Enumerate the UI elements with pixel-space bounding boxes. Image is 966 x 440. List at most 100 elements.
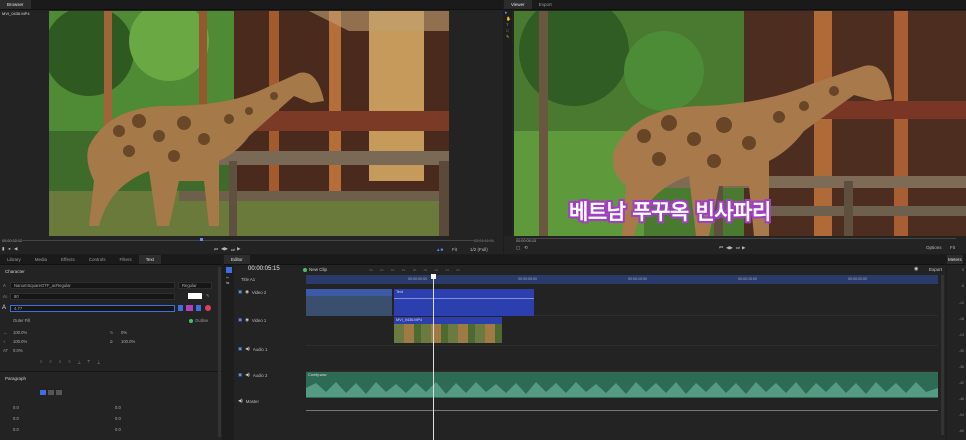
track-header-audio1[interactable]: ▣ ◀) Audio 1 <box>238 346 318 352</box>
tab-effects[interactable]: Effects <box>54 255 82 264</box>
options-dropdown[interactable]: Options <box>926 245 942 250</box>
text-color-swatch[interactable] <box>188 293 202 299</box>
font-size-field[interactable]: 80 <box>10 293 175 300</box>
skew-field[interactable]: 100.0% <box>118 338 208 345</box>
outline-label[interactable]: Outline <box>195 318 208 323</box>
inspector-scrollbar[interactable] <box>218 267 221 437</box>
source-quality[interactable]: 1/2 (Full) <box>470 247 488 252</box>
prog-next-icon[interactable]: ⏭ <box>736 245 740 250</box>
prog-prev-icon[interactable]: ⏮ <box>719 245 723 250</box>
meter-tick: -30 <box>958 349 964 353</box>
stroke-link-icon[interactable] <box>196 305 201 311</box>
program-zoom[interactable]: Fit <box>950 245 955 250</box>
export-button[interactable]: Export <box>929 267 942 272</box>
tab-browser[interactable]: Browser <box>0 0 31 9</box>
ruler-label-0: 00:00:00:00 <box>408 277 427 281</box>
lock-icon[interactable]: ▣ <box>238 317 242 323</box>
source-scrubber[interactable] <box>12 240 492 241</box>
align-center-icon[interactable] <box>48 390 54 395</box>
ruler-label-1: 00:00:05:00 <box>518 277 537 281</box>
scale-y-icon: ↕ <box>3 339 6 344</box>
align-left-icon[interactable] <box>40 390 46 395</box>
clip-lower-third[interactable]: Stylish Lower Third 08 <box>306 289 392 316</box>
tab-text[interactable]: Text <box>138 255 161 264</box>
playhead-handle[interactable] <box>431 274 436 279</box>
para-field-4[interactable]: 0.0 <box>112 415 202 422</box>
track-header-master[interactable]: ◀) Master <box>238 398 318 404</box>
track-header-video1[interactable]: ▣ ◉ Video 1 <box>238 317 318 323</box>
para-field-1[interactable]: 0.0 <box>10 404 100 411</box>
meter-tick: -36 <box>958 365 964 369</box>
stroke-color-swatch[interactable] <box>186 305 193 311</box>
lock-icon[interactable]: ▣ <box>238 346 242 352</box>
timeline-tool-strip: ▭ ▭ ▭ ▭ ▭ ▭ ▭ ▭ ▭ <box>369 267 463 272</box>
character-section-title: Character <box>5 269 25 274</box>
tab-export[interactable]: Export <box>532 0 559 9</box>
in-point-icon[interactable]: ▮ <box>2 246 4 252</box>
audio-icon[interactable]: ◀ <box>14 246 17 252</box>
prog-play-icon[interactable]: ◀▶ <box>726 245 733 251</box>
para-field-3[interactable]: 0.0 <box>10 415 100 422</box>
play-icon[interactable]: ◀▶ <box>221 246 228 252</box>
timeline-playhead[interactable] <box>433 275 434 440</box>
rotation-field[interactable]: 0% <box>118 329 208 336</box>
stroke-blue-icon[interactable] <box>178 305 183 311</box>
tab-media[interactable]: Media <box>28 255 54 264</box>
next-frame-icon[interactable]: ⏭ <box>231 247 235 252</box>
meters-tabbar: Meters <box>947 255 966 265</box>
speaker-icon[interactable]: ◀) <box>245 346 250 352</box>
tab-library[interactable]: Library <box>0 255 28 264</box>
tab-controls[interactable]: Controls <box>82 255 113 264</box>
stroke-mode-select[interactable]: Outer Fill <box>10 317 110 324</box>
play-button-icon[interactable]: ▶ <box>237 246 240 252</box>
tracking-field[interactable]: 0.0% <box>10 347 100 354</box>
source-playhead-marker[interactable] <box>200 238 203 241</box>
new-clip-button[interactable]: New Clip <box>309 267 327 272</box>
safe-zone-icon[interactable]: ▢ <box>516 245 520 251</box>
clip-text[interactable]: Text <box>394 289 534 316</box>
tab-viewer[interactable]: Viewer <box>504 0 532 9</box>
prev-frame-icon[interactable]: ⏮ <box>214 247 218 252</box>
stroke-field[interactable]: 4.77 <box>10 305 175 312</box>
source-zoom[interactable]: Fit <box>452 247 457 252</box>
prog-playbtn-icon[interactable]: ▶ <box>742 245 745 251</box>
para-field-5[interactable]: 0.0 <box>10 426 100 433</box>
clip-video[interactable]: MVI_0436.MP4 <box>394 317 502 343</box>
select-tool-icon[interactable] <box>226 267 232 273</box>
loop-icon[interactable]: ⟲ <box>524 245 528 251</box>
pen-tool-icon[interactable]: ✎ <box>504 34 512 40</box>
align-right-icon[interactable] <box>56 390 62 395</box>
program-controls: 00:00:05:15 ▢ ⟲ ⏮ ◀▶ ⏭ ▶ Options Fit <box>504 237 966 253</box>
visibility-icon[interactable]: ◉ <box>245 317 249 323</box>
scale-y-field[interactable]: 100.0% <box>10 338 100 345</box>
stroke-record-icon[interactable] <box>205 305 211 311</box>
speaker-icon[interactable]: ◀) <box>245 372 250 378</box>
master-line <box>306 410 938 411</box>
tab-meters[interactable]: Meters <box>947 255 963 264</box>
scale-x-field[interactable]: 100.0% <box>10 329 100 336</box>
font-family-select[interactable]: NanumSquareOTF_acRegular <box>10 282 175 289</box>
tab-editor[interactable]: Editor <box>224 255 250 264</box>
visibility-icon[interactable]: ◉ <box>245 289 249 295</box>
program-timecode: 00:00:05:15 <box>516 239 537 243</box>
clip-audio[interactable]: Comfy.wav <box>306 372 938 398</box>
timeline-ruler[interactable]: 00:00:00:00 00:00:05:00 00:00:10:00 00:0… <box>306 275 938 284</box>
source-blue-tools-icon[interactable]: ▲■ <box>436 247 443 252</box>
meter-tick: -24 <box>958 333 964 337</box>
subtitle-overlay[interactable]: 베트남 푸꾸옥 빈사파리 <box>569 196 771 226</box>
para-field-2[interactable]: 0.0 <box>112 404 202 411</box>
timeline-scrollbar[interactable] <box>941 275 944 435</box>
out-point-icon[interactable]: ◂ <box>8 246 10 252</box>
eyedropper-icon[interactable]: ✎ <box>206 293 210 298</box>
size-icon: A↕ <box>3 294 8 299</box>
lock-icon[interactable]: ▣ <box>238 372 242 378</box>
tab-filters[interactable]: Filters <box>112 255 138 264</box>
meter-tick: -60 <box>958 429 964 433</box>
slip-tool-icon[interactable]: ⇆ <box>224 280 234 285</box>
speaker-icon[interactable]: ◀) <box>238 398 243 404</box>
font-icon: A <box>3 283 6 288</box>
lock-icon[interactable]: ▣ <box>238 289 242 295</box>
font-style-select[interactable]: Regular <box>178 282 212 289</box>
para-field-6[interactable]: 0.0 <box>112 426 202 433</box>
eye-icon[interactable]: ◉ <box>914 266 918 272</box>
